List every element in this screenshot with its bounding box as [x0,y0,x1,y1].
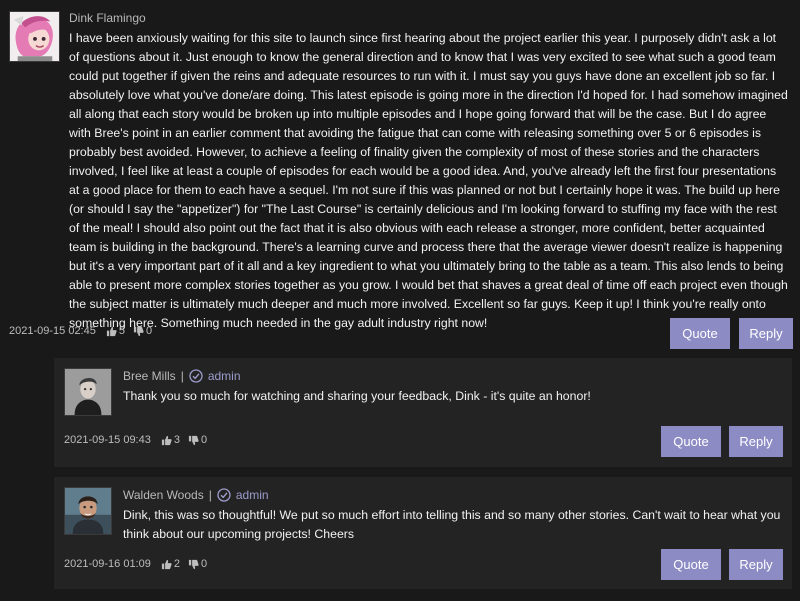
reply-comment: Walden Woods | admin Dink, this was so t… [54,477,792,589]
quote-button[interactable]: Quote [661,549,721,580]
thumbs-down-icon [188,559,199,569]
like-button[interactable]: 3 [161,434,180,446]
cartoon-avatar-pink-hair-icon [10,12,59,61]
like-count: 5 [118,325,125,337]
thumbs-down-icon [188,435,199,445]
like-count: 3 [173,434,180,446]
thumbs-up-icon [161,559,172,569]
author-name[interactable]: Bree Mills [123,369,176,383]
reply-button[interactable]: Reply [729,426,783,457]
thumbs-down-icon [133,326,144,336]
comment-text: Dink, this was so thoughtful! We put so … [123,508,781,541]
reply-button[interactable]: Reply [729,549,783,580]
thumbs-up-icon [106,326,117,336]
reply-author-line: Walden Woods | admin [123,488,269,502]
reply-author-line: Bree Mills | admin [123,369,241,383]
author-name[interactable]: Walden Woods [123,488,204,502]
comment-author-line: Dink Flamingo [69,11,146,25]
user-avatar[interactable] [64,368,112,416]
comments-section: Dink Flamingo I have been anxiously wait… [0,0,800,601]
comment-text: I have been anxiously waiting for this s… [69,31,788,330]
comment-meta: 2021-09-16 01:09 2 0 [64,558,215,570]
reply-comment: Bree Mills | admin Thank you so much for… [54,358,792,467]
dislike-count: 0 [200,558,208,570]
comment-meta: 2021-09-15 02:45 5 0 [9,325,160,337]
separator: | [208,488,212,502]
like-count: 2 [173,558,180,570]
reply-button[interactable]: Reply [739,318,793,349]
separator: | [180,369,184,383]
role-badge: admin [235,488,269,502]
quote-button[interactable]: Quote [670,318,730,349]
verified-check-icon [217,488,231,502]
dislike-count: 0 [200,434,208,446]
comment-date: 2021-09-15 02:45 [9,325,96,337]
comment-meta: 2021-09-15 09:43 3 0 [64,434,215,446]
verified-check-icon [189,369,203,383]
like-button[interactable]: 2 [161,558,180,570]
user-avatar[interactable] [9,11,60,62]
user-photo-avatar-icon [65,369,111,415]
comment-date: 2021-09-15 09:43 [64,434,151,446]
user-avatar[interactable] [64,487,112,535]
author-name[interactable]: Dink Flamingo [69,11,146,25]
dislike-count: 0 [145,325,153,337]
comment-date: 2021-09-16 01:09 [64,558,151,570]
role-badge: admin [207,369,241,383]
dislike-button[interactable]: 0 [133,325,152,337]
dislike-button[interactable]: 0 [188,558,207,570]
quote-button[interactable]: Quote [661,426,721,457]
thumbs-up-icon [161,435,172,445]
user-photo-avatar-icon [65,488,111,534]
comment-text: Thank you so much for watching and shari… [123,389,591,403]
like-button[interactable]: 5 [106,325,125,337]
dislike-button[interactable]: 0 [188,434,207,446]
